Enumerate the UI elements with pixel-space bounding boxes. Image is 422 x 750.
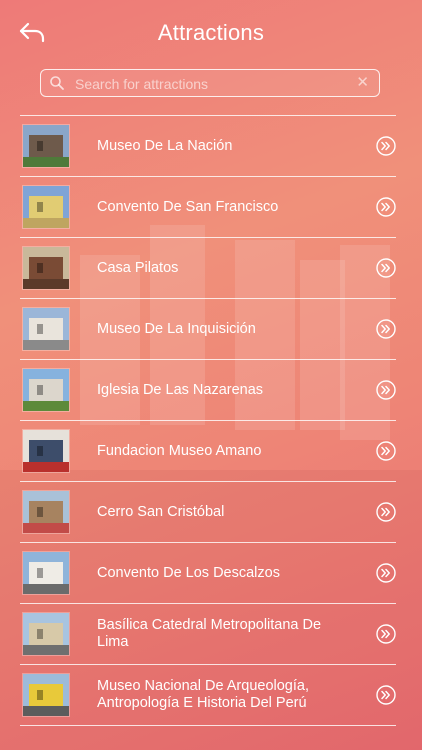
search-bar: ✕ [40,69,380,97]
attraction-name: Museo Nacional De Arqueología, Antropolo… [97,678,309,711]
chevron-right-circle-icon[interactable] [376,502,396,522]
list-item[interactable]: Museo De La Nación [20,116,396,177]
attraction-name: Iglesia De Las Nazarenas [97,381,264,398]
list-item[interactable]: Convento De Los Descalzos [20,543,396,604]
attraction-thumbnail [23,369,69,411]
attraction-thumbnail [23,613,69,655]
list-item[interactable]: Convento De San Francisco [20,177,396,238]
chevron-right-circle-icon[interactable] [376,380,396,400]
header: Attractions [0,0,422,66]
chevron-right-circle-icon[interactable] [376,624,396,644]
close-icon[interactable]: ✕ [356,74,369,92]
attraction-thumbnail [23,247,69,289]
attraction-name: Basílica Catedral Metropolitana De Lima [97,617,322,650]
search-icon [50,76,64,90]
attraction-name: Museo De La Inquisición [97,320,256,337]
chevron-right-circle-icon[interactable] [376,197,396,217]
chevron-right-circle-icon[interactable] [376,685,396,705]
attraction-name: Fundacion Museo Amano [97,442,262,459]
attraction-thumbnail [23,552,69,594]
attraction-name: Cerro San Cristóbal [97,503,225,520]
attraction-thumbnail [23,491,69,533]
list-item[interactable]: Museo De La Inquisición [20,299,396,360]
chevron-right-circle-icon[interactable] [376,319,396,339]
chevron-right-circle-icon[interactable] [376,136,396,156]
list-item[interactable]: Basílica Catedral Metropolitana De Lima [20,604,396,665]
attraction-thumbnail [23,125,69,167]
chevron-right-circle-icon[interactable] [376,563,396,583]
attraction-name: Convento De Los Descalzos [97,564,280,581]
chevron-right-circle-icon[interactable] [376,258,396,278]
chevron-right-circle-icon[interactable] [376,441,396,461]
search-input[interactable] [73,72,357,96]
attraction-thumbnail [23,186,69,228]
list-item[interactable]: Museo Nacional De Arqueología, Antropolo… [20,665,396,726]
list-item[interactable]: Casa Pilatos [20,238,396,299]
list-item[interactable]: Cerro San Cristóbal [20,482,396,543]
attractions-list: Museo De La Nación Convento De San Franci… [20,115,396,726]
attraction-thumbnail [23,308,69,350]
list-item[interactable]: Iglesia De Las Nazarenas [20,360,396,421]
attraction-name: Convento De San Francisco [97,198,279,215]
list-item[interactable]: Fundacion Museo Amano [20,421,396,482]
attraction-name: Museo De La Nación [97,137,233,154]
attraction-name: Casa Pilatos [97,259,179,276]
attraction-thumbnail [23,674,69,716]
page-title: Attractions [157,20,265,45]
attraction-thumbnail [23,430,69,472]
